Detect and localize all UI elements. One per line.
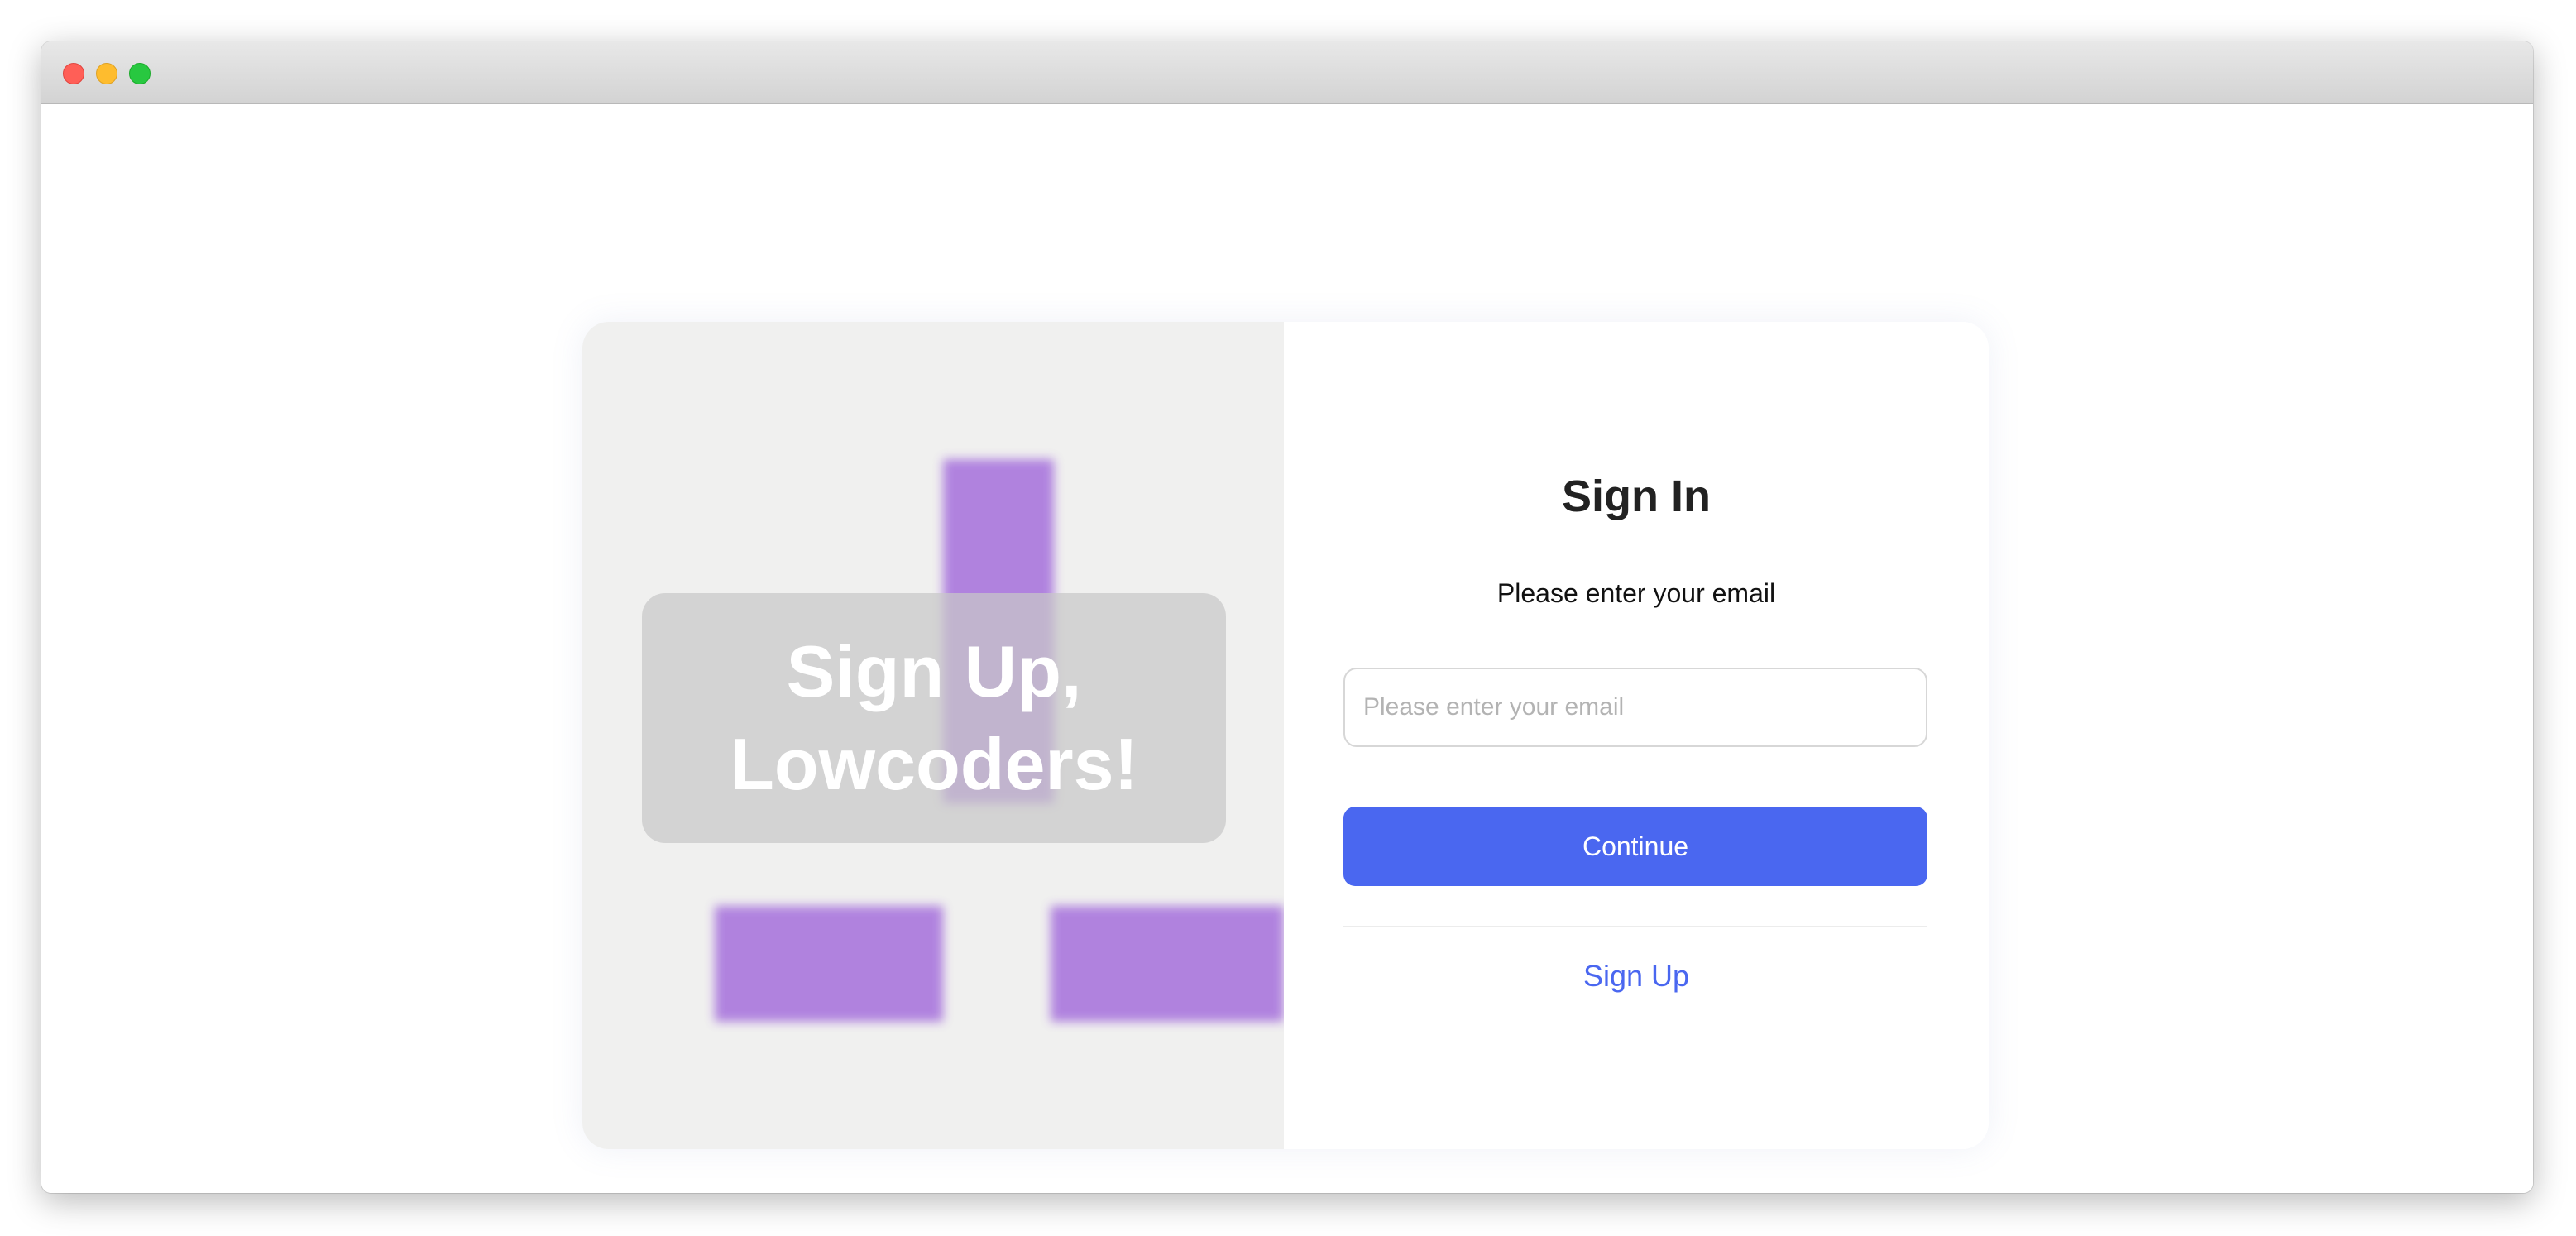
email-input[interactable] [1343, 668, 1927, 747]
divider [1343, 926, 1927, 927]
page-content: Sign Up, Lowcoders! Sign In Please enter… [41, 104, 2533, 1193]
signup-link[interactable]: Sign Up [1284, 959, 1989, 994]
minimize-window-button[interactable] [96, 63, 117, 84]
signin-title: Sign In [1562, 472, 1711, 521]
hero-bar-right [1051, 906, 1284, 1022]
close-window-button[interactable] [63, 63, 84, 84]
browser-window: Sign Up, Lowcoders! Sign In Please enter… [41, 41, 2533, 1193]
hero-text: Sign Up, Lowcoders! [730, 630, 1138, 805]
continue-button[interactable]: Continue [1343, 807, 1927, 886]
title-bar [41, 41, 2533, 104]
hero-panel: Sign Up, Lowcoders! [582, 322, 1284, 1149]
hero-banner: Sign Up, Lowcoders! [642, 593, 1226, 843]
hero-bar-left [715, 906, 943, 1022]
auth-card: Sign Up, Lowcoders! Sign In Please enter… [582, 322, 1989, 1149]
signin-subtitle: Please enter your email [1496, 578, 1776, 608]
signin-panel: Sign In Please enter your email Continue… [1284, 322, 1989, 1149]
maximize-window-button[interactable] [129, 63, 151, 84]
